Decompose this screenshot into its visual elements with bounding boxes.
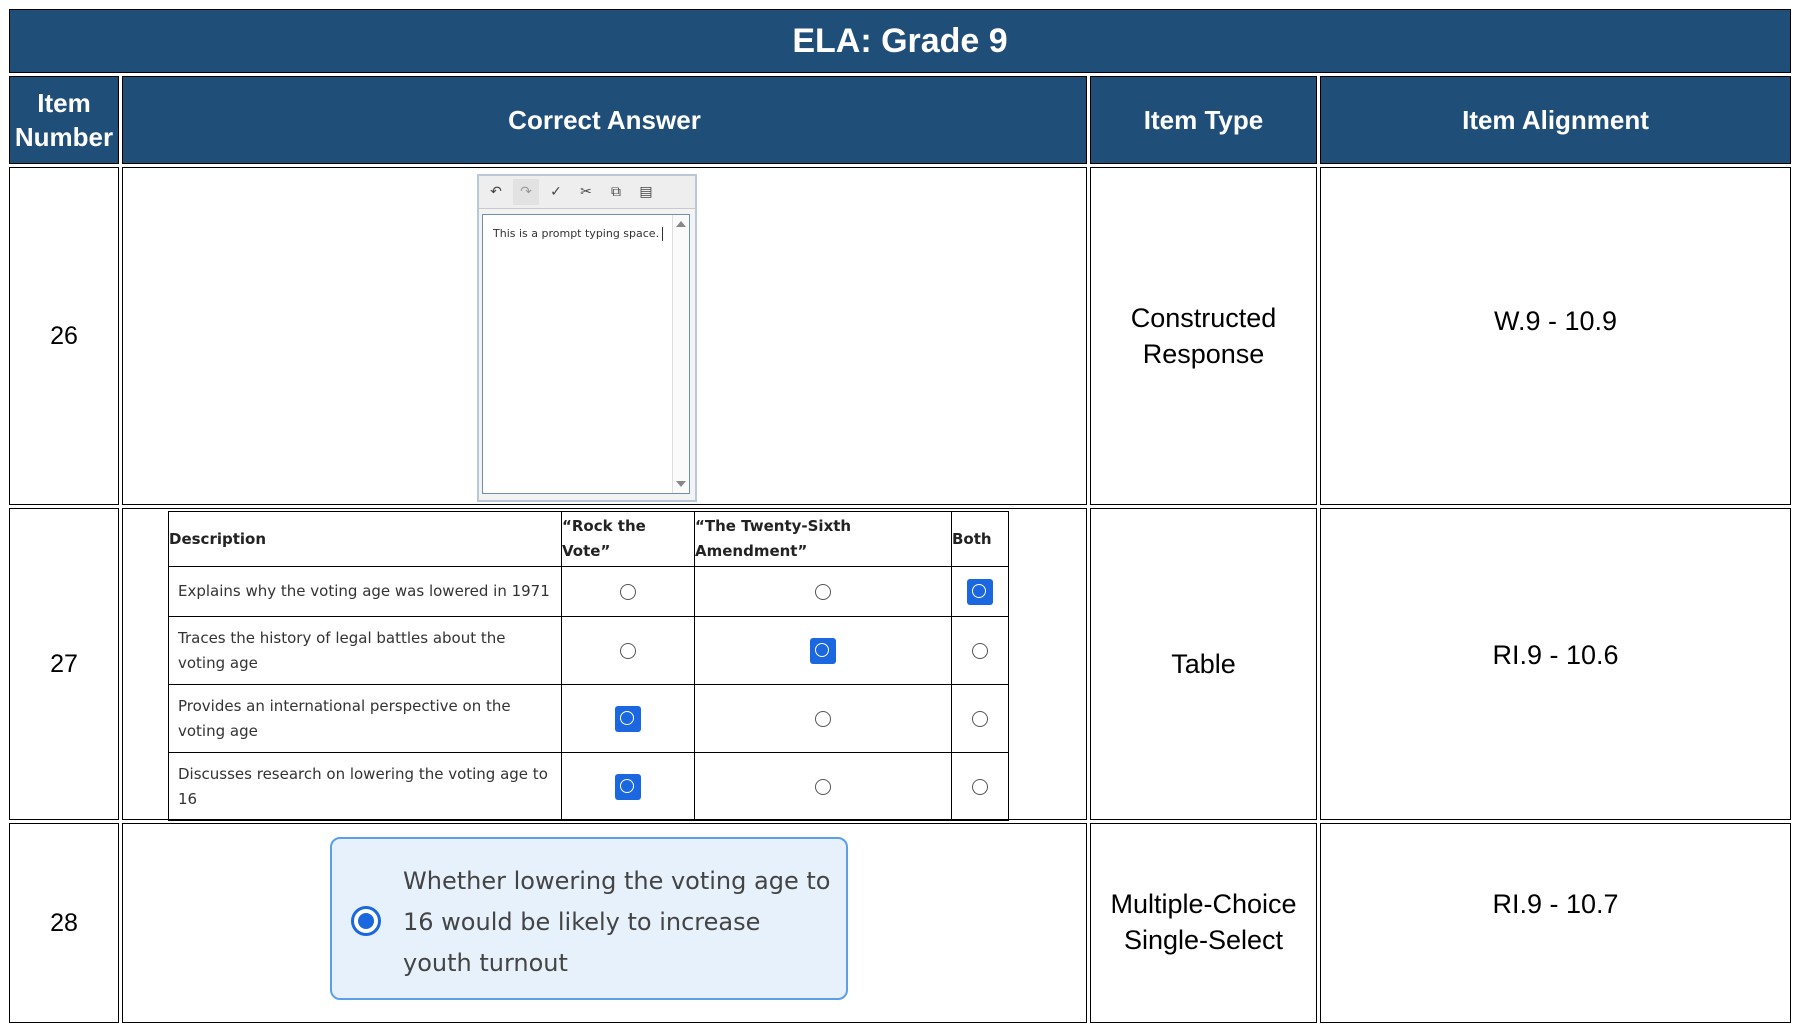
header-item-number: Item Number [9,76,119,164]
radio-icon[interactable] [620,584,636,601]
answer-key-page: ELA: Grade 9 Item Number Correct Answer … [0,0,1798,1026]
option-rock-the-vote[interactable] [561,684,695,754]
item-type: Constructed Response [1090,167,1317,505]
radio-icon[interactable] [815,584,831,601]
option-both[interactable] [951,616,1009,686]
undo-icon[interactable]: ↶ [483,179,509,205]
radio-icon[interactable] [972,643,988,660]
matching-header-twenty-sixth: “The Twenty-Sixth Amendment” [694,510,952,568]
header-correct-answer: Correct Answer [122,76,1087,164]
scrollbar[interactable] [672,215,689,493]
correct-answer-cell: Whether lowering the voting age to 16 wo… [122,823,1087,1023]
selected-radio-icon[interactable] [351,906,381,936]
table-title: ELA: Grade 9 [9,9,1792,73]
matching-table: Description “Rock the Vote” “The Twenty-… [168,510,1009,821]
item-alignment: RI.9 - 10.7 [1320,823,1792,1023]
selected-radio-icon[interactable] [615,705,641,732]
header-item-type: Item Type [1090,76,1317,164]
copy-icon[interactable]: ⧉ [603,179,629,205]
response-textarea[interactable]: This is a prompt typing space. [482,214,690,494]
radio-icon[interactable] [815,779,831,796]
selected-radio-icon[interactable] [967,578,993,605]
option-rock-the-vote[interactable] [561,752,695,821]
table-row-28: 28 Whether lowering the voting age to 16… [9,823,1792,1023]
selected-radio-icon[interactable] [810,637,836,664]
option-twenty-sixth[interactable] [694,566,952,618]
matching-row: Traces the history of legal battles abou… [168,616,1009,686]
paste-icon[interactable]: ▤ [633,179,659,205]
radio-icon[interactable] [972,779,988,796]
matching-description: Provides an international perspective on… [168,684,562,754]
item-number: 27 [9,508,119,820]
matching-row: Provides an international perspective on… [168,684,1009,754]
matching-description: Discusses research on lowering the votin… [168,752,562,821]
answer-key-table: ELA: Grade 9 Item Number Correct Answer … [6,6,1795,1026]
item-number: 28 [9,823,119,1023]
option-twenty-sixth[interactable] [694,616,952,686]
correct-answer-cell: ↶ ↷ ✓ ✂ ⧉ ▤ This is a prompt typing spac… [122,167,1087,505]
matching-row: Discusses research on lowering the votin… [168,752,1009,821]
answer-choice[interactable]: Whether lowering the voting age to 16 wo… [330,837,848,1000]
scroll-down-icon[interactable] [676,481,686,487]
matching-header-both: Both [951,510,1009,568]
selected-radio-icon[interactable] [615,773,641,800]
item-number: 26 [9,167,119,505]
option-twenty-sixth[interactable] [694,752,952,821]
matching-description: Traces the history of legal battles abou… [168,616,562,686]
cut-icon[interactable]: ✂ [573,179,599,205]
item-alignment: W.9 - 10.9 [1320,167,1792,505]
spellcheck-icon[interactable]: ✓ [543,179,569,205]
item-type: Multiple-Choice Single-Select [1090,823,1317,1023]
radio-icon[interactable] [972,711,988,728]
option-twenty-sixth[interactable] [694,684,952,754]
option-both[interactable] [951,684,1009,754]
option-both[interactable] [951,752,1009,821]
redo-icon[interactable]: ↷ [513,179,539,205]
matching-header-description: Description [168,510,562,568]
matching-header-rock-the-vote: “Rock the Vote” [561,510,695,568]
item-type: Table [1090,508,1317,820]
radio-icon[interactable] [815,711,831,728]
option-both[interactable] [951,566,1009,618]
option-rock-the-vote[interactable] [561,566,695,618]
choice-text: Whether lowering the voting age to 16 wo… [403,867,831,977]
header-item-alignment: Item Alignment [1320,76,1792,164]
table-row-27: 27 Description “Rock the Vote” “The Twen… [9,508,1792,821]
correct-answer-cell: Description “Rock the Vote” “The Twenty-… [122,508,1087,821]
text-editor: ↶ ↷ ✓ ✂ ⧉ ▤ This is a prompt typing spac… [477,174,697,502]
scroll-up-icon[interactable] [676,221,686,227]
table-row-26: 26 ↶ ↷ ✓ ✂ ⧉ ▤ This is a prompt typing s… [9,167,1792,505]
editor-toolbar: ↶ ↷ ✓ ✂ ⧉ ▤ [479,176,695,209]
item-alignment: RI.9 - 10.6 [1320,508,1792,820]
radio-icon[interactable] [620,643,636,660]
response-text: This is a prompt typing space. [493,227,663,241]
matching-description: Explains why the voting age was lowered … [168,566,562,618]
option-rock-the-vote[interactable] [561,616,695,686]
matching-row: Explains why the voting age was lowered … [168,566,1009,618]
